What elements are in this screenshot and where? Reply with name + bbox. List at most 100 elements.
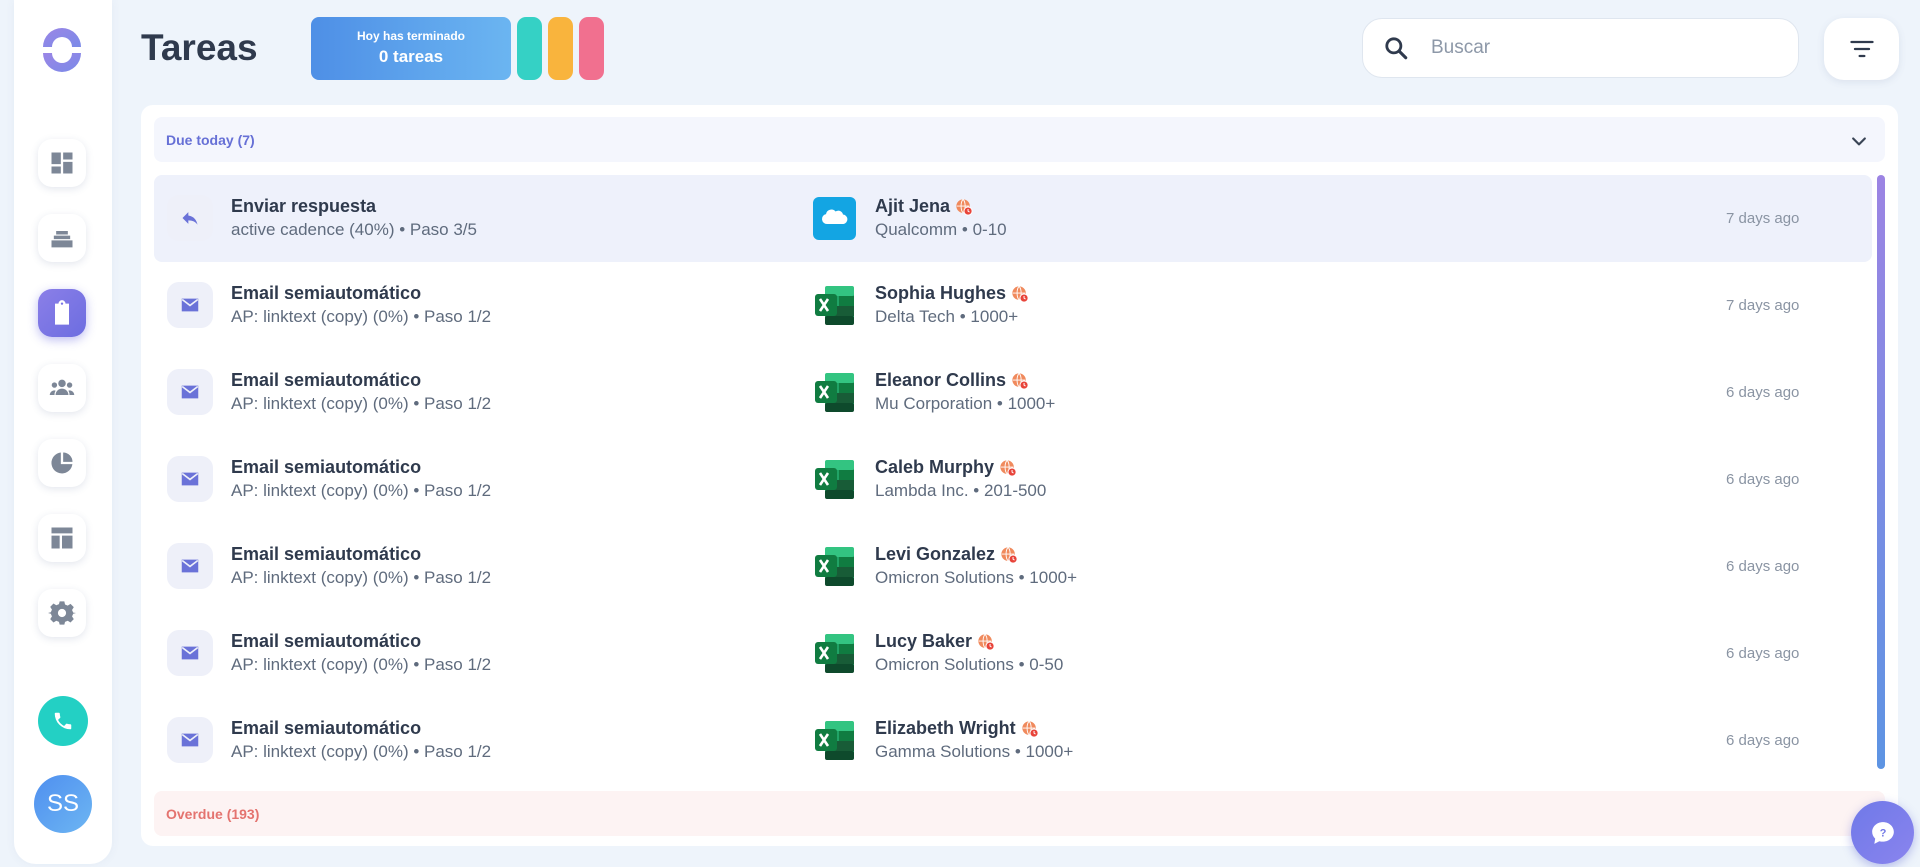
timezone-globe-icon [1012, 372, 1029, 390]
task-time: 6 days ago [1726, 732, 1800, 749]
mail-icon [181, 559, 199, 573]
contact-name[interactable]: Elizabeth Wright [875, 718, 1039, 739]
task-title: Email semiautomático [231, 631, 422, 651]
contact-company: Delta Tech • 1000+ [875, 307, 1019, 326]
task-row[interactable]: Email semiautomático AP: linktext (copy)… [154, 436, 1872, 523]
task-type-icon [167, 543, 213, 589]
search-input[interactable] [1431, 37, 1751, 59]
reply-icon [182, 212, 198, 225]
excel-logo [813, 284, 856, 327]
mail-icon [181, 385, 199, 399]
progress-pill-teal [517, 17, 542, 80]
overdue-label: Overdue (193) [166, 805, 260, 822]
scrollbar[interactable] [1877, 175, 1885, 769]
nav-people[interactable] [38, 364, 86, 412]
nav-reports[interactable] [38, 439, 86, 487]
stack-icon [51, 231, 73, 248]
task-time: 6 days ago [1726, 558, 1800, 575]
mail-icon [181, 298, 199, 312]
contact-name[interactable]: Ajit Jena [875, 196, 973, 217]
nav-stack[interactable] [38, 214, 86, 262]
contact-company: Qualcomm • 0-10 [875, 220, 1007, 239]
sidebar: SS [14, 0, 112, 864]
task-title: Email semiautomático [231, 283, 422, 303]
contact-company: Gamma Solutions • 1000+ [875, 742, 1074, 761]
help-icon: ? [1871, 821, 1894, 844]
task-type-icon [167, 456, 213, 502]
task-time: 7 days ago [1726, 210, 1800, 227]
app-logo[interactable] [37, 25, 87, 75]
contact-name[interactable]: Sophia Hughes [875, 283, 1029, 304]
contact-name[interactable]: Caleb Murphy [875, 457, 1017, 478]
search-icon [1385, 37, 1408, 60]
gear-icon [48, 601, 76, 625]
clipboard-icon [55, 300, 69, 325]
timezone-globe-icon [1022, 720, 1039, 738]
timezone-globe-icon [956, 198, 973, 216]
nav-layout[interactable] [38, 514, 86, 562]
done-today-label: Hoy has terminado [356, 29, 466, 43]
timezone-globe-icon [1000, 459, 1017, 477]
task-subtitle: AP: linktext (copy) (0%) • Paso 1/2 [231, 568, 492, 587]
filter-button[interactable] [1824, 18, 1899, 80]
contact-name[interactable]: Lucy Baker [875, 631, 995, 652]
mail-icon [181, 646, 199, 660]
task-row[interactable]: Email semiautomático AP: linktext (copy)… [154, 349, 1872, 436]
task-subtitle: AP: linktext (copy) (0%) • Paso 1/2 [231, 742, 492, 761]
due-today-header[interactable]: Due today (7) [154, 117, 1885, 162]
pie-chart-icon [51, 452, 73, 474]
phone-icon [54, 712, 72, 730]
progress-pill-orange [548, 17, 573, 80]
phone-button[interactable] [38, 696, 88, 746]
task-row[interactable]: Email semiautomático AP: linktext (copy)… [154, 697, 1872, 784]
layout-icon [51, 527, 73, 549]
page-title: Tareas [141, 27, 258, 68]
overdue-header[interactable]: Overdue (193) [154, 791, 1885, 836]
task-row[interactable]: Email semiautomático AP: linktext (copy)… [154, 523, 1872, 610]
task-row[interactable]: Email semiautomático AP: linktext (copy)… [154, 262, 1872, 349]
people-icon [49, 379, 75, 395]
contact-name[interactable]: Levi Gonzalez [875, 544, 1018, 565]
task-row[interactable]: Email semiautomático AP: linktext (copy)… [154, 610, 1872, 697]
task-type-icon [167, 717, 213, 763]
timezone-globe-icon [1001, 546, 1018, 564]
task-list: Enviar respuesta active cadence (40%) • … [154, 175, 1872, 784]
nav-tasks[interactable] [38, 289, 86, 337]
nav-dashboard[interactable] [38, 139, 86, 187]
task-subtitle: AP: linktext (copy) (0%) • Paso 1/2 [231, 394, 492, 413]
task-subtitle: active cadence (40%) • Paso 3/5 [231, 220, 477, 239]
contact-company: Lambda Inc. • 201-500 [875, 481, 1047, 500]
task-title: Email semiautomático [231, 370, 422, 390]
task-subtitle: AP: linktext (copy) (0%) • Paso 1/2 [231, 307, 492, 326]
chevron-down-icon[interactable] [1849, 131, 1869, 151]
user-avatar[interactable]: SS [34, 775, 92, 833]
task-subtitle: AP: linktext (copy) (0%) • Paso 1/2 [231, 481, 492, 500]
dashboard-icon [51, 152, 73, 174]
task-title: Enviar respuesta [231, 196, 377, 216]
salesforce-logo [813, 197, 856, 240]
excel-logo [813, 371, 856, 414]
task-type-icon [167, 630, 213, 676]
task-type-icon [167, 282, 213, 328]
excel-logo [813, 545, 856, 588]
timezone-globe-icon [978, 633, 995, 651]
due-today-label: Due today (7) [166, 131, 255, 148]
task-type-icon [167, 195, 213, 241]
task-title: Email semiautomático [231, 457, 422, 477]
task-title: Email semiautomático [231, 718, 422, 738]
svg-text:?: ? [1879, 827, 1886, 839]
contact-company: Omicron Solutions • 0-50 [875, 655, 1064, 674]
help-button[interactable]: ? [1851, 801, 1914, 864]
task-subtitle: AP: linktext (copy) (0%) • Paso 1/2 [231, 655, 492, 674]
contact-company: Omicron Solutions • 1000+ [875, 568, 1078, 587]
task-type-icon [167, 369, 213, 415]
task-time: 6 days ago [1726, 384, 1800, 401]
task-row[interactable]: Enviar respuesta active cadence (40%) • … [154, 175, 1872, 262]
contact-name[interactable]: Eleanor Collins [875, 370, 1029, 391]
mail-icon [181, 472, 199, 486]
nav-settings[interactable] [38, 589, 86, 637]
contact-company: Mu Corporation • 1000+ [875, 394, 1056, 413]
excel-logo [813, 458, 856, 501]
task-time: 6 days ago [1726, 471, 1800, 488]
timezone-globe-icon [1012, 285, 1029, 303]
